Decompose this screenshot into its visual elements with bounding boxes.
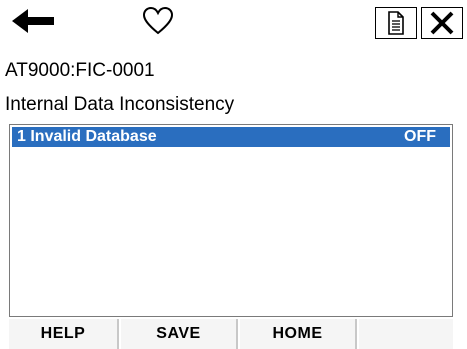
header-bar bbox=[0, 0, 467, 46]
close-x-icon bbox=[430, 11, 454, 35]
list-item-value: OFF bbox=[404, 128, 436, 145]
empty-softkey[interactable] bbox=[359, 319, 453, 349]
menu-list: 1 Invalid Database OFF bbox=[9, 124, 453, 317]
device-tag: AT9000:FIC-0001 bbox=[5, 60, 155, 81]
list-item-label: 1 Invalid Database bbox=[17, 128, 157, 145]
heart-outline-icon bbox=[142, 6, 174, 35]
save-button[interactable]: SAVE bbox=[121, 319, 238, 349]
favorite-button[interactable] bbox=[140, 3, 176, 39]
help-button[interactable]: HELP bbox=[9, 319, 119, 349]
close-button[interactable] bbox=[421, 7, 463, 39]
page-title: Internal Data Inconsistency bbox=[5, 94, 235, 115]
home-button[interactable]: HOME bbox=[240, 319, 357, 349]
arrow-left-icon bbox=[12, 9, 54, 33]
document-button[interactable] bbox=[375, 7, 417, 39]
list-item-invalid-database[interactable]: 1 Invalid Database OFF bbox=[12, 127, 450, 147]
document-icon bbox=[388, 11, 404, 35]
softkey-bar: HELP SAVE HOME bbox=[0, 319, 467, 349]
back-button[interactable] bbox=[8, 5, 58, 37]
